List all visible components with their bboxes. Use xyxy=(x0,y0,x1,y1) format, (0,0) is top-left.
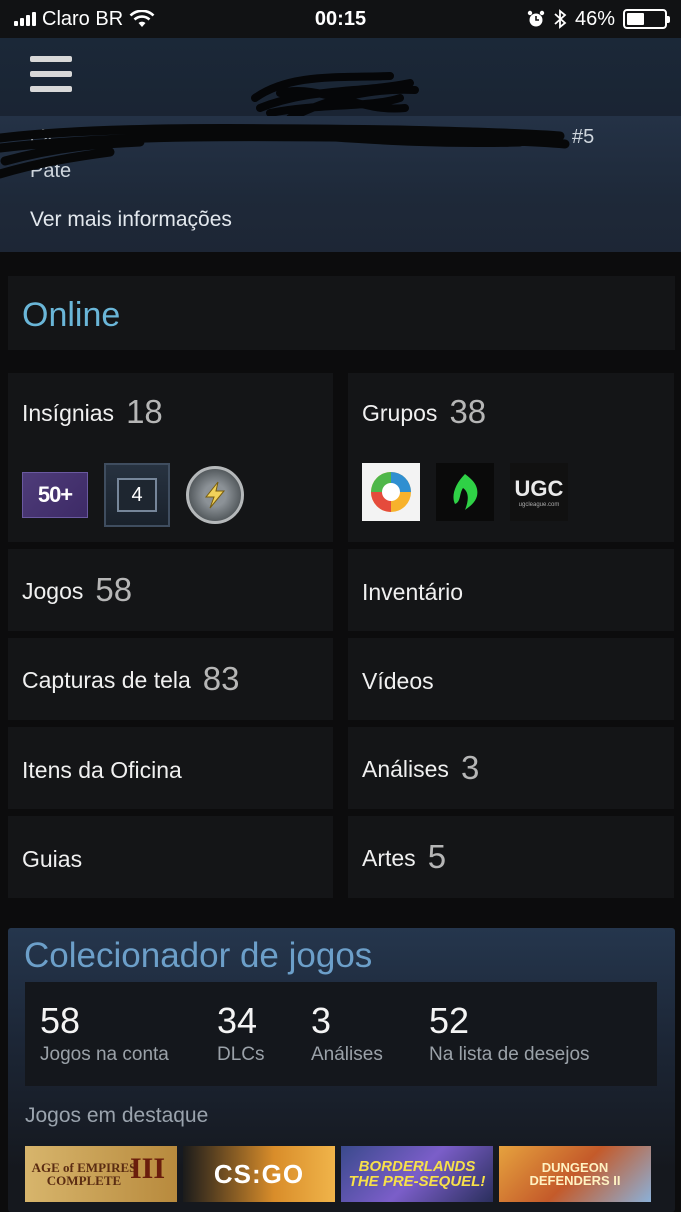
stat-games[interactable]: 58 Jogos na conta xyxy=(40,1000,169,1066)
badge-thumbnails: 50+ 4 xyxy=(22,463,244,527)
featured-games-label: Jogos em destaque xyxy=(25,1104,209,1127)
game-cover-dungeon-defenders[interactable]: DUNGEON DEFENDERS II xyxy=(499,1146,651,1202)
games-label: Jogos xyxy=(22,578,84,604)
group-wheel-icon[interactable] xyxy=(362,463,420,521)
status-right: 46% xyxy=(427,7,670,31)
badges-label: Insígnias xyxy=(22,400,115,426)
cell-signal-icon xyxy=(14,12,36,26)
inventory-tile[interactable]: Inventário xyxy=(348,549,674,631)
group-thumbnails: UGC ugcleague.com xyxy=(362,463,568,521)
videos-label: Vídeos xyxy=(362,668,434,694)
cover-title: BORDERLANDS xyxy=(358,1158,476,1175)
games-count: 58 xyxy=(95,571,133,608)
top-navigation xyxy=(0,38,681,122)
workshop-tile[interactable]: Itens da Oficina xyxy=(8,727,333,809)
stat-number: 58 xyxy=(40,1000,81,1041)
profile-summary: eX #5 Pate Ver mais informações xyxy=(0,116,681,252)
screenshots-heading: Capturas de tela 83 xyxy=(22,660,240,698)
status-left: Claro BR xyxy=(14,8,254,31)
cover-text: DUNGEON DEFENDERS II xyxy=(529,1161,620,1187)
reviews-count: 3 xyxy=(460,749,480,786)
groups-heading: Grupos 38 xyxy=(362,393,486,431)
battery-icon xyxy=(623,9,670,29)
stat-reviews[interactable]: 3 Análises xyxy=(311,1000,383,1066)
stat-label: Jogos na conta xyxy=(40,1044,169,1065)
battery-percent: 46% xyxy=(574,7,615,30)
redaction-scribble xyxy=(0,123,570,179)
lightning-badge-icon[interactable] xyxy=(186,466,244,524)
games-tile[interactable]: Jogos 58 xyxy=(8,549,333,631)
cover-subtitle: DEFENDERS II xyxy=(529,1173,621,1188)
group-razer-icon[interactable] xyxy=(436,463,494,521)
game-cover-age-of-empires[interactable]: AGE of EMPIRES COMPLETE III xyxy=(25,1146,177,1202)
status-bar: Claro BR 00:15 46% xyxy=(0,0,681,38)
wifi-icon xyxy=(129,10,155,27)
badges-count: 18 xyxy=(126,393,163,430)
online-status-panel: Online xyxy=(8,276,675,350)
games-heading: Jogos 58 xyxy=(22,571,132,609)
group-ugc-logo[interactable]: UGC ugcleague.com xyxy=(510,463,568,521)
alarm-icon xyxy=(527,10,545,27)
workshop-label: Itens da Oficina xyxy=(22,757,182,783)
artwork-label: Artes xyxy=(362,845,416,871)
online-status: Online xyxy=(22,296,121,334)
level-badge[interactable]: 50+ xyxy=(22,472,88,518)
collector-stats: 58 Jogos na conta 34 DLCs 3 Análises 52 … xyxy=(25,982,657,1086)
years-badge[interactable]: 4 xyxy=(104,463,170,527)
ugc-logo-subtext: ugcleague.com xyxy=(518,502,560,508)
guides-label: Guias xyxy=(22,846,83,872)
cover-subtitle: COMPLETE xyxy=(46,1173,122,1188)
battery-fill xyxy=(627,13,644,25)
artwork-tile[interactable]: Artes 5 xyxy=(348,816,674,898)
reviews-label: Análises xyxy=(362,756,449,782)
badges-tile[interactable]: Insígnias 18 50+ 4 xyxy=(8,373,333,542)
stat-wishlist[interactable]: 52 Na lista de desejos xyxy=(429,1000,590,1066)
showcase-title: Colecionador de jogos xyxy=(24,936,373,975)
screenshots-tile[interactable]: Capturas de tela 83 xyxy=(8,638,333,720)
stat-number: 52 xyxy=(429,1000,470,1041)
stat-number: 34 xyxy=(217,1000,258,1041)
groups-count: 38 xyxy=(449,393,487,430)
cover-subtitle: THE PRE-SEQUEL! xyxy=(348,1173,486,1190)
game-cover-borderlands[interactable]: BORDERLANDS THE PRE-SEQUEL! xyxy=(341,1146,493,1202)
cover-title: CS:GO xyxy=(213,1158,305,1189)
badges-heading: Insígnias 18 xyxy=(22,393,163,431)
bluetooth-icon xyxy=(554,9,567,29)
carrier-name: Claro BR xyxy=(42,7,124,30)
ugc-logo-text: UGC xyxy=(514,476,564,501)
stat-label: DLCs xyxy=(217,1044,265,1065)
stat-dlcs[interactable]: 34 DLCs xyxy=(217,1000,265,1066)
screenshots-label: Capturas de tela xyxy=(22,667,191,693)
inventory-label: Inventário xyxy=(362,579,464,605)
videos-tile[interactable]: Vídeos xyxy=(348,638,674,720)
cover-text: BORDERLANDS THE PRE-SEQUEL! xyxy=(349,1159,486,1189)
years-badge-value: 4 xyxy=(117,478,157,512)
guides-tile[interactable]: Guias xyxy=(8,816,333,898)
game-cover-csgo[interactable]: CS:GO xyxy=(183,1146,335,1202)
artwork-count: 5 xyxy=(427,838,447,875)
cover-numeral: III xyxy=(129,1152,165,1185)
artwork-heading: Artes 5 xyxy=(362,838,446,876)
groups-tile[interactable]: Grupos 38 UGC ugcleague.com xyxy=(348,373,674,542)
game-collector-showcase: Colecionador de jogos 58 Jogos na conta … xyxy=(8,928,675,1212)
stat-number: 3 xyxy=(311,1000,332,1041)
featured-games-list: AGE of EMPIRES COMPLETE III CS:GO BORDER… xyxy=(25,1146,651,1202)
reviews-tile[interactable]: Análises 3 xyxy=(348,727,674,809)
groups-label: Grupos xyxy=(362,400,438,426)
menu-icon[interactable] xyxy=(30,56,72,92)
screenshots-count: 83 xyxy=(202,660,240,697)
more-info-link[interactable]: Ver mais informações xyxy=(30,208,232,232)
reviews-heading: Análises 3 xyxy=(362,749,479,787)
clock: 00:15 xyxy=(314,7,367,30)
stat-label: Análises xyxy=(311,1044,383,1065)
stat-label: Na lista de desejos xyxy=(429,1044,590,1065)
